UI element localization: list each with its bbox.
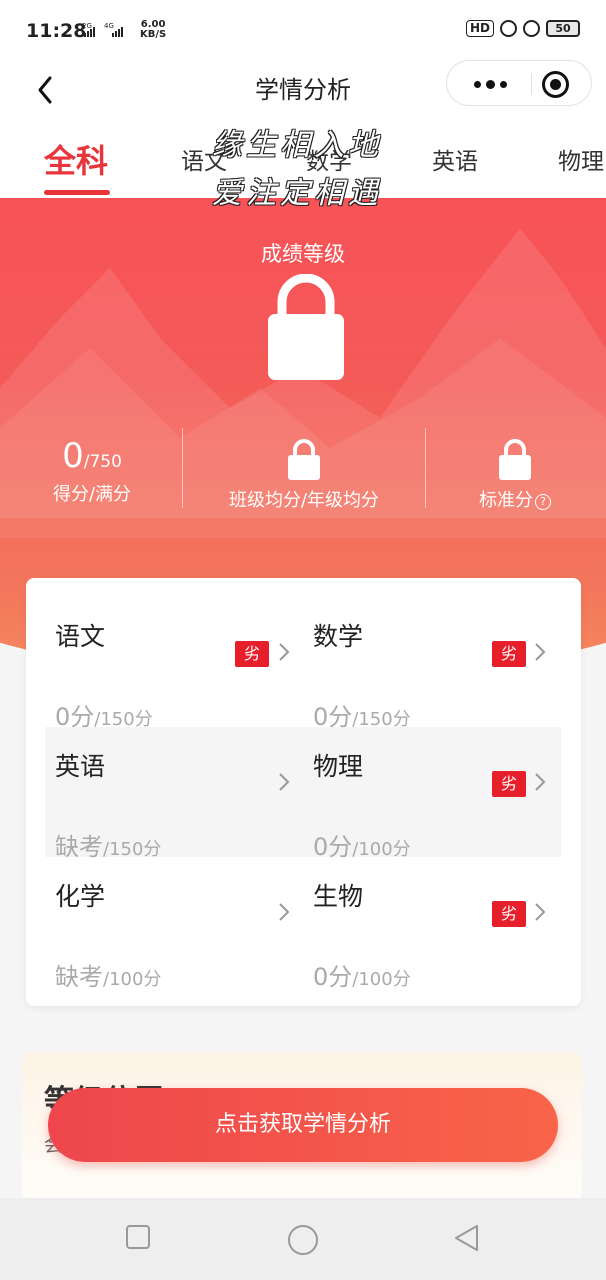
grade-badge: 劣 (235, 641, 269, 667)
standard-label-text: 标准分 (479, 490, 533, 511)
grade-badge: 劣 (492, 901, 526, 927)
score-full: /100分 (103, 969, 162, 990)
tab-physics[interactable]: 物理 (558, 142, 604, 176)
standard-label[interactable]: 标准分? (462, 486, 568, 512)
subject-name: 物理 (313, 752, 364, 781)
standard-stat: 标准分? (462, 438, 568, 512)
subject-cell-english[interactable]: 英语 缺考/150分 (45, 727, 303, 861)
svg-text:4G: 4G (104, 22, 114, 30)
subject-name: 英语 (55, 752, 106, 781)
subject-score-card: 语文 劣 0分/150分 数学 劣 0分/150分 英语 缺考/150分 物理 … (26, 578, 581, 1006)
speed-unit: KB/S (140, 29, 167, 40)
status-bar: 11:28 2G 4G 6.00 KB/S HD 50 (0, 0, 606, 60)
app-header: 学情分析 (0, 60, 606, 120)
recent-apps-icon[interactable] (124, 1223, 152, 1251)
chevron-right-icon (279, 643, 290, 661)
subject-name: 语文 (55, 622, 106, 651)
tab-english[interactable]: 英语 (432, 142, 478, 176)
grade-badge: 劣 (492, 641, 526, 667)
subject-cell-biology[interactable]: 生物 劣 0分/100分 (303, 857, 561, 991)
watermark-text: 缘生相入地 爱注定相遇 (212, 122, 422, 218)
subject-cell-chinese[interactable]: 语文 劣 0分/150分 (45, 597, 303, 731)
stat-divider (182, 428, 183, 508)
alarm-icon (523, 20, 540, 37)
full-score: /750 (83, 452, 122, 472)
score-full: /100分 (352, 969, 411, 990)
lock-icon (210, 438, 398, 480)
chevron-right-icon (279, 903, 290, 921)
network-speed: 6.00 KB/S (140, 20, 166, 40)
hd-icon: HD (465, 20, 494, 37)
subject-name: 化学 (55, 882, 106, 911)
grade-title: 成绩等级 (261, 242, 345, 266)
chevron-right-icon (279, 773, 290, 791)
subject-name: 数学 (313, 622, 364, 651)
watermark-line-1: 缘生相入地 (212, 128, 382, 163)
get-analysis-button[interactable]: 点击获取学情分析 (48, 1088, 558, 1162)
score-stat: 0/750 得分/满分 (42, 438, 142, 506)
average-stat: 班级均分/年级均分 (210, 438, 398, 512)
score-label: 得分/满分 (52, 484, 132, 505)
subject-score: 缺考/100分 (55, 957, 161, 992)
help-icon[interactable]: ? (535, 494, 551, 510)
subject-cell-chemistry[interactable]: 化学 缺考/100分 (45, 857, 303, 991)
capsule-divider (531, 73, 532, 95)
subject-name: 生物 (313, 882, 364, 911)
lock-rotation-icon (500, 20, 517, 37)
chevron-right-icon (535, 903, 546, 921)
subject-cell-physics[interactable]: 物理 劣 0分/100分 (303, 727, 561, 861)
score-value: 0 (62, 436, 84, 476)
battery-icon: 50 (546, 20, 580, 37)
svg-text:2G: 2G (82, 22, 92, 30)
subject-score: 0分/100分 (313, 957, 411, 992)
chevron-right-icon (535, 643, 546, 661)
lock-icon (462, 438, 568, 480)
lock-icon (268, 274, 344, 380)
mini-program-capsule (446, 60, 592, 106)
signal-icon: 2G 4G (82, 20, 134, 43)
status-icons: HD 50 (465, 20, 580, 37)
subject-cell-math[interactable]: 数学 劣 0分/150分 (303, 597, 561, 731)
back-triangle-icon[interactable] (452, 1223, 482, 1253)
system-nav-bar (0, 1198, 606, 1280)
target-icon[interactable] (542, 71, 569, 98)
average-label: 班级均分/年级均分 (228, 490, 380, 511)
score-value: 缺考 (55, 963, 103, 991)
tab-all[interactable]: 全科 (44, 136, 108, 182)
watermark-line-2: 爱注定相遇 (212, 176, 382, 211)
home-icon[interactable] (286, 1223, 320, 1257)
more-dots-icon[interactable] (465, 61, 515, 107)
score-value: 0分 (313, 963, 353, 991)
active-tab-indicator (44, 190, 110, 195)
chevron-right-icon (535, 773, 546, 791)
status-time: 11:28 (26, 20, 87, 42)
stat-divider (425, 428, 426, 508)
grade-badge: 劣 (492, 771, 526, 797)
